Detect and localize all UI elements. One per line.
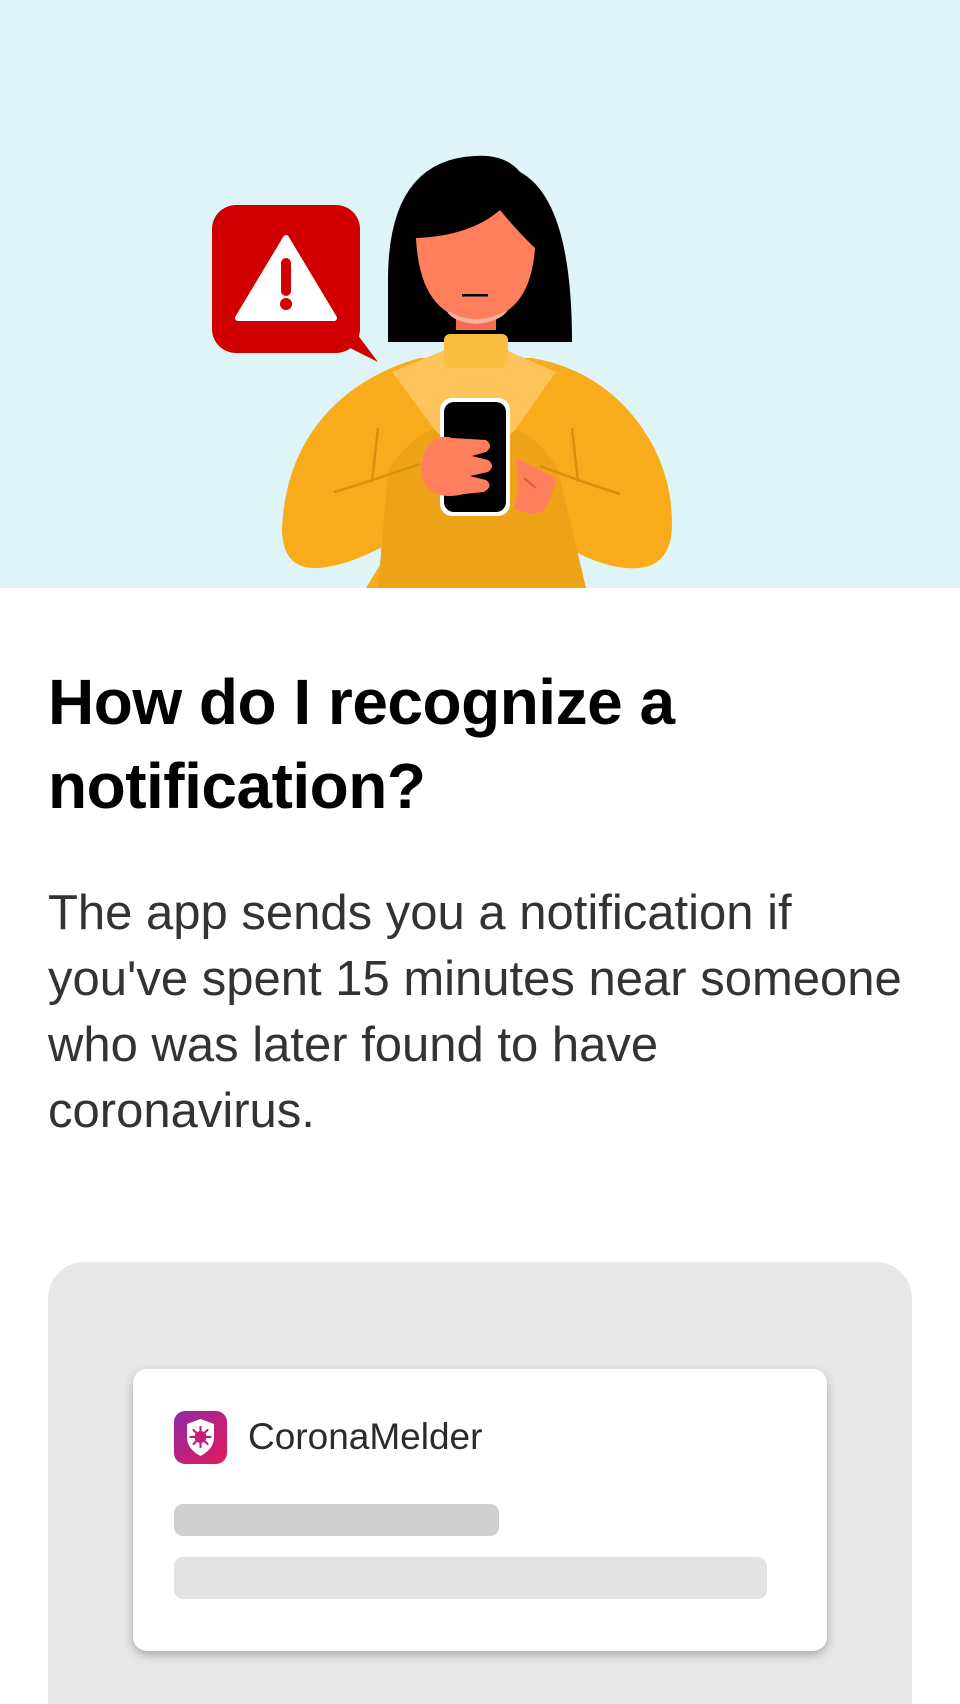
onboarding-screen: How do I recognize a notification? The a… bbox=[0, 0, 960, 1704]
hero-illustration bbox=[0, 0, 960, 588]
coronamelder-shield-icon bbox=[174, 1411, 227, 1464]
warning-triangle-icon bbox=[212, 205, 378, 362]
notification-body-placeholder bbox=[174, 1557, 767, 1599]
person-with-phone-illustration bbox=[212, 155, 672, 588]
page-title: How do I recognize a notification? bbox=[48, 666, 675, 822]
notification-app-name: CoronaMelder bbox=[248, 1416, 483, 1457]
description-text: The app sends you a notification if you'… bbox=[48, 886, 902, 1138]
notification-title-placeholder bbox=[174, 1504, 499, 1536]
